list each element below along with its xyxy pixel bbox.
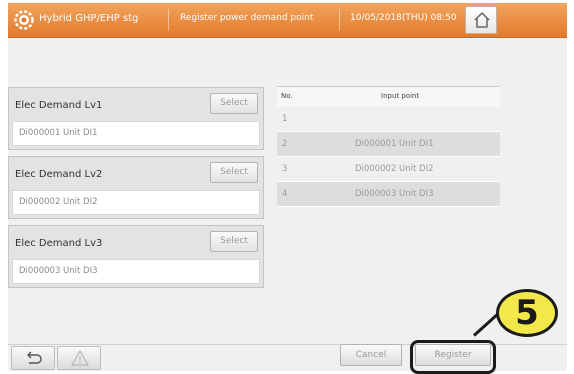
device-screen: Hybrid GHP/EHP stg Register power demand… (8, 3, 567, 371)
row-number: 3 (282, 164, 288, 174)
input-table-header: No. Input point (277, 86, 500, 108)
demand-level-value: Di000002 Unit DI2 (12, 190, 260, 215)
row-number: 2 (282, 139, 288, 149)
demand-level-3-panel: Elec Demand Lv3 Select Di000003 Unit DI3 (8, 225, 264, 288)
home-icon (474, 12, 490, 28)
cancel-button[interactable]: Cancel (340, 344, 402, 366)
column-header-input-point: Input point (381, 92, 420, 100)
column-header-no: No. (281, 92, 293, 100)
header-divider (168, 9, 169, 31)
callout-highlight-ring (410, 340, 496, 374)
warning-button[interactable] (57, 346, 101, 370)
datetime-display: 10/05/2018(THU) 08:50 (350, 13, 457, 23)
row-number: 4 (282, 189, 288, 199)
demand-level-value: Di000001 Unit DI1 (12, 121, 260, 146)
demand-level-label: Elec Demand Lv2 (15, 169, 103, 180)
table-row[interactable]: 2 Di000001 Unit DI1 (277, 132, 500, 157)
row-input-point: Di000002 Unit DI2 (355, 164, 434, 174)
demand-level-label: Elec Demand Lv1 (15, 100, 103, 111)
screen-title: Register power demand point (180, 13, 314, 23)
gear-sun-icon (14, 10, 34, 30)
table-row[interactable]: 3 Di000002 Unit DI2 (277, 157, 500, 182)
back-arrow-icon (27, 351, 42, 364)
header-bar: Hybrid GHP/EHP stg Register power demand… (8, 3, 567, 38)
row-input-point: Di000001 Unit DI1 (355, 139, 434, 149)
select-button-lv3[interactable]: Select (210, 231, 258, 252)
demand-level-1-panel: Elec Demand Lv1 Select Di000001 Unit DI1 (8, 87, 264, 150)
demand-level-label: Elec Demand Lv3 (15, 238, 103, 249)
table-row[interactable]: 4 Di000003 Unit DI3 (277, 182, 500, 207)
step-number-badge: 5 (496, 289, 558, 337)
select-button-lv2[interactable]: Select (210, 162, 258, 183)
header-divider (339, 9, 340, 31)
demand-level-2-panel: Elec Demand Lv2 Select Di000002 Unit DI2 (8, 156, 264, 219)
row-number: 1 (282, 114, 288, 124)
table-row[interactable]: 1 (277, 107, 500, 132)
back-button[interactable] (11, 346, 55, 370)
select-button-lv1[interactable]: Select (210, 93, 258, 114)
app-title: Hybrid GHP/EHP stg (39, 13, 139, 24)
home-button[interactable] (465, 6, 497, 34)
warning-icon (70, 349, 90, 366)
demand-level-value: Di000003 Unit DI3 (12, 259, 260, 284)
row-input-point: Di000003 Unit DI3 (355, 189, 434, 199)
